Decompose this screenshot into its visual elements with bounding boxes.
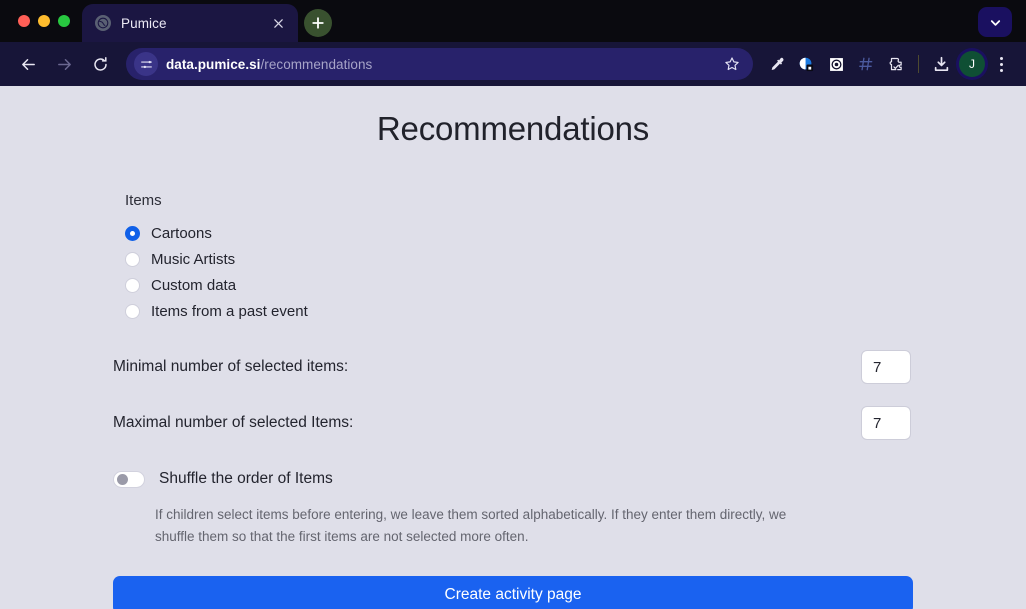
reload-button[interactable] — [84, 48, 116, 80]
minimal-items-label: Minimal number of selected items: — [113, 358, 349, 375]
chevron-down-icon — [990, 19, 1000, 26]
forward-button[interactable] — [48, 48, 80, 80]
browser-toolbar: data.pumice.si/recommendations J — [0, 42, 1026, 86]
hashtag-icon[interactable] — [851, 48, 881, 80]
tab-title: Pumice — [121, 15, 167, 31]
window-close-button[interactable] — [18, 15, 30, 27]
globe-icon — [95, 15, 111, 31]
radio-option-custom-data[interactable]: Custom data — [125, 272, 913, 298]
eyedropper-glyph — [771, 57, 783, 70]
target-icon[interactable] — [821, 48, 851, 80]
radio-custom-data-input[interactable] — [125, 277, 140, 293]
shuffle-toggle[interactable] — [113, 470, 145, 488]
kebab-dot — [999, 56, 1003, 60]
plus-icon — [312, 17, 324, 29]
radio-cartoons-label: Cartoons — [151, 224, 212, 242]
new-tab-button[interactable] — [304, 9, 332, 37]
window-traffic-lights — [0, 0, 82, 42]
recommendations-form: Items Cartoons Music Artists Custom data… — [113, 148, 913, 609]
shuffle-help-text: If children select items before entering… — [155, 507, 787, 544]
page-title: Recommendations — [376, 110, 650, 147]
browser-tab-pumice[interactable]: Pumice — [82, 4, 298, 42]
arrow-left-icon — [21, 58, 35, 70]
kebab-dot — [999, 62, 1003, 66]
extensions-glyph — [889, 57, 902, 70]
radio-custom-data-label: Custom data — [151, 276, 237, 294]
radio-past-event-input[interactable] — [125, 303, 140, 319]
star-icon[interactable] — [721, 53, 743, 75]
back-button[interactable] — [12, 48, 44, 80]
url-path: /recommendations — [260, 56, 373, 72]
maximal-items-input[interactable] — [861, 406, 911, 440]
eyedropper-icon[interactable] — [761, 48, 791, 80]
download-glyph — [934, 56, 948, 71]
shuffle-toggle-row[interactable]: Shuffle the order of Items — [113, 470, 913, 488]
tab-strip: Pumice — [0, 0, 1026, 42]
window-minimize-button[interactable] — [38, 15, 50, 27]
radio-option-music-artists[interactable]: Music Artists — [125, 246, 913, 272]
browser-window: Pumice data.pumice.si/recommendations J … — [0, 0, 1026, 609]
radio-cartoons-input[interactable] — [125, 225, 140, 241]
minimal-items-row: Minimal number of selected items: — [113, 350, 913, 384]
site-settings-icon[interactable] — [134, 52, 158, 76]
radio-option-past-event[interactable]: Items from a past event — [125, 298, 913, 324]
radio-option-cartoons[interactable]: Cartoons — [125, 220, 913, 246]
page-content: Recommendations Items Cartoons Music Art… — [0, 86, 1026, 609]
close-icon[interactable] — [268, 13, 288, 33]
arrow-right-icon — [57, 58, 71, 70]
url-text[interactable]: data.pumice.si/recommendations — [166, 57, 713, 72]
window-maximize-button[interactable] — [58, 15, 70, 27]
extension-icons: J — [761, 48, 1014, 80]
privacy-badger-glyph — [799, 57, 813, 71]
maximal-items-row: Maximal number of selected Items: — [113, 406, 913, 440]
avatar[interactable]: J — [959, 51, 985, 77]
reload-icon — [93, 56, 107, 71]
window-menu-button[interactable] — [978, 7, 1012, 37]
maximal-items-label: Maximal number of selected Items: — [113, 414, 354, 431]
hashtag-glyph — [859, 57, 873, 71]
target-glyph — [829, 57, 843, 71]
radio-music-artists-label: Music Artists — [151, 250, 236, 268]
radio-past-event-label: Items from a past event — [151, 302, 308, 320]
url-domain: data.pumice.si — [166, 56, 261, 72]
create-activity-page-button[interactable]: Create activity page — [113, 575, 913, 609]
items-group-label: Items — [125, 192, 162, 209]
toolbar-divider — [918, 55, 919, 73]
address-bar[interactable]: data.pumice.si/recommendations — [126, 48, 753, 80]
shuffle-toggle-knob — [117, 474, 128, 485]
items-radio-group: Items Cartoons Music Artists Custom data… — [113, 192, 913, 324]
minimal-items-input[interactable] — [861, 350, 911, 384]
shuffle-toggle-label: Shuffle the order of Items — [159, 470, 333, 487]
puzzle-check-icon[interactable] — [881, 48, 911, 80]
download-icon[interactable] — [926, 48, 956, 80]
privacy-extension-icon[interactable] — [791, 48, 821, 80]
kebab-menu-icon[interactable] — [988, 48, 1014, 80]
kebab-dot — [999, 68, 1003, 72]
radio-music-artists-input[interactable] — [125, 251, 140, 267]
